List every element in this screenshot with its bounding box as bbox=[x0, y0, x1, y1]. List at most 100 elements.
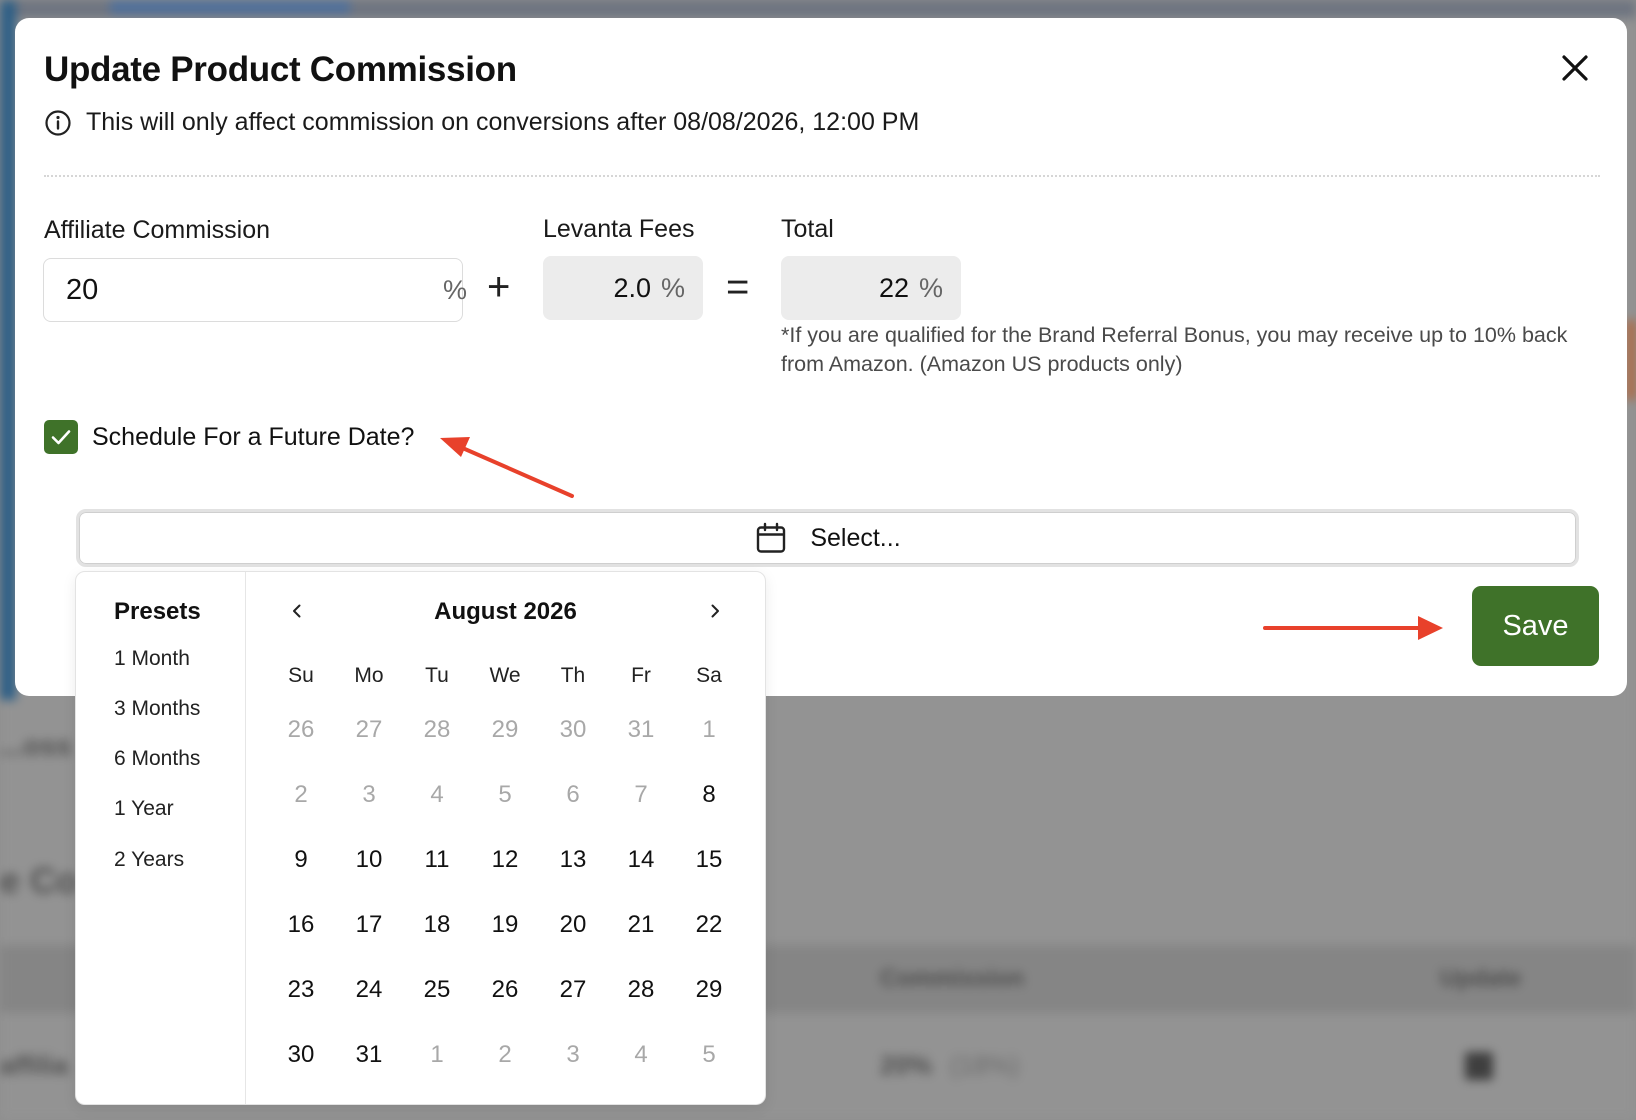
total-field: 22 % bbox=[781, 256, 961, 320]
weekday-header: Su Mo Tu We Th Fr Sa bbox=[267, 664, 743, 688]
calendar-day[interactable]: 16 bbox=[267, 892, 335, 957]
percent-suffix: % bbox=[660, 272, 685, 303]
total-label: Total bbox=[781, 215, 834, 243]
calendar-day: 3 bbox=[566, 1040, 580, 1068]
calendar-day[interactable]: 21 bbox=[607, 892, 675, 957]
save-button[interactable]: Save bbox=[1472, 586, 1599, 666]
weekday-label: Tu bbox=[425, 664, 449, 687]
modal-title: Update Product Commission bbox=[44, 50, 517, 89]
day-grid: 26 27 28 29 30 31 1 2 3 4 5 6 7 8 9 10 11 12 13 14 15 16 17 18 1… bbox=[267, 697, 743, 1087]
calendar-day: 26 bbox=[287, 715, 315, 743]
preset-3-months[interactable]: 3 Months bbox=[114, 697, 200, 721]
calendar-day: 27 bbox=[355, 715, 383, 743]
date-select-text: Select... bbox=[810, 523, 901, 552]
affiliate-commission-label: Affiliate Commission bbox=[44, 216, 271, 244]
check-icon bbox=[51, 430, 71, 445]
calendar-day[interactable]: 19 bbox=[471, 892, 539, 957]
month-label: August 2026 bbox=[434, 598, 577, 625]
calendar-day[interactable]: 9 bbox=[267, 827, 335, 892]
presets-panel: Presets 1 Month 3 Months 6 Months 1 Year… bbox=[76, 572, 246, 1104]
calendar-day: 2 bbox=[498, 1040, 512, 1068]
calendar-day: 6 bbox=[566, 780, 580, 808]
calendar-day: 4 bbox=[430, 780, 444, 808]
calendar-day[interactable]: 13 bbox=[539, 827, 607, 892]
plus-sign: + bbox=[487, 265, 511, 309]
weekday-label: Mo bbox=[354, 664, 384, 687]
preset-1-month[interactable]: 1 Month bbox=[114, 647, 190, 671]
presets-title: Presets bbox=[114, 598, 201, 625]
background-section-title: e Co bbox=[0, 860, 79, 901]
schedule-row: Schedule For a Future Date? bbox=[44, 420, 414, 454]
weekday-label: Th bbox=[560, 664, 586, 687]
referral-bonus-footnote: *If you are qualified for the Brand Refe… bbox=[781, 323, 1568, 376]
levanta-fees-value: 2.0 bbox=[613, 272, 651, 303]
calendar-day: 5 bbox=[702, 1040, 716, 1068]
divider bbox=[44, 175, 1600, 177]
calendar-day[interactable]: 27 bbox=[539, 957, 607, 1022]
calendar-day: 2 bbox=[294, 780, 308, 808]
calendar-day[interactable]: 31 bbox=[335, 1022, 403, 1087]
calendar-day[interactable]: 11 bbox=[403, 827, 471, 892]
calendar-day[interactable]: 25 bbox=[403, 957, 471, 1022]
equals-sign: = bbox=[726, 265, 750, 309]
affiliate-commission-field[interactable]: % bbox=[43, 258, 467, 322]
calendar-day[interactable]: 14 bbox=[607, 827, 675, 892]
schedule-checkbox[interactable] bbox=[44, 420, 78, 454]
next-month-button[interactable] bbox=[700, 596, 730, 626]
weekday-label: Fr bbox=[631, 664, 651, 687]
calendar-day: 5 bbox=[498, 780, 512, 808]
info-notice: This will only affect commission on conv… bbox=[44, 108, 919, 137]
date-select-button[interactable]: Select... bbox=[76, 509, 1579, 567]
close-icon bbox=[1562, 55, 1588, 81]
schedule-label[interactable]: Schedule For a Future Date? bbox=[92, 423, 414, 452]
affiliate-commission-input[interactable] bbox=[66, 273, 443, 307]
calendar-day: 30 bbox=[559, 715, 587, 743]
chevron-right-icon bbox=[711, 604, 719, 618]
background-row-commission-old: (18%) bbox=[950, 1050, 1020, 1080]
calendar-day[interactable]: 18 bbox=[403, 892, 471, 957]
calendar-icon bbox=[757, 522, 786, 553]
datepicker-popover: Presets 1 Month 3 Months 6 Months 1 Year… bbox=[75, 571, 766, 1105]
calendar-day[interactable]: 26 bbox=[471, 957, 539, 1022]
total-value: 22 bbox=[878, 272, 909, 303]
calendar-day[interactable]: 28 bbox=[607, 957, 675, 1022]
calendar-day: 3 bbox=[362, 780, 376, 808]
background-heading: ...oss bbox=[0, 730, 72, 761]
weekday-label: Sa bbox=[696, 664, 722, 687]
percent-suffix: % bbox=[443, 274, 468, 305]
calendar-day[interactable]: 29 bbox=[675, 957, 743, 1022]
levanta-fees-field: 2.0 % bbox=[543, 256, 703, 320]
edit-icon bbox=[1465, 1052, 1493, 1080]
background-sidebar bbox=[0, 0, 16, 700]
info-text: This will only affect commission on conv… bbox=[86, 108, 920, 136]
calendar-day[interactable]: 12 bbox=[471, 827, 539, 892]
calendar-day[interactable]: 24 bbox=[335, 957, 403, 1022]
calendar-day: 1 bbox=[430, 1040, 444, 1068]
weekday-label: We bbox=[489, 664, 521, 687]
calendar-day[interactable]: 23 bbox=[267, 957, 335, 1022]
background-accent bbox=[1626, 320, 1636, 400]
calendar-day[interactable]: 30 bbox=[267, 1022, 335, 1087]
background-row-commission: 20% bbox=[880, 1050, 933, 1080]
preset-6-months[interactable]: 6 Months bbox=[114, 747, 200, 771]
calendar-day: 1 bbox=[702, 715, 716, 743]
calendar-day[interactable]: 10 bbox=[335, 827, 403, 892]
background-col-commission: Commission bbox=[880, 965, 1025, 992]
background-topbar bbox=[0, 0, 1636, 18]
calendar-day[interactable]: 15 bbox=[675, 827, 743, 892]
background-col-update: Update bbox=[1440, 965, 1522, 992]
background-row-name: affilia bbox=[0, 1050, 68, 1080]
calendar-day[interactable]: 22 bbox=[675, 892, 743, 957]
levanta-fees-label: Levanta Fees bbox=[543, 215, 695, 243]
calendar-day: 28 bbox=[423, 715, 451, 743]
percent-suffix: % bbox=[918, 272, 943, 303]
preset-2-years[interactable]: 2 Years bbox=[114, 848, 184, 872]
calendar-day[interactable]: 8 bbox=[675, 762, 743, 827]
weekday-label: Su bbox=[288, 664, 314, 687]
close-button[interactable] bbox=[1555, 48, 1595, 88]
calendar-day[interactable]: 20 bbox=[539, 892, 607, 957]
calendar-day[interactable]: 17 bbox=[335, 892, 403, 957]
calendar-day: 7 bbox=[634, 780, 648, 808]
preset-1-year[interactable]: 1 Year bbox=[114, 797, 174, 821]
calendar-day: 31 bbox=[627, 715, 655, 743]
